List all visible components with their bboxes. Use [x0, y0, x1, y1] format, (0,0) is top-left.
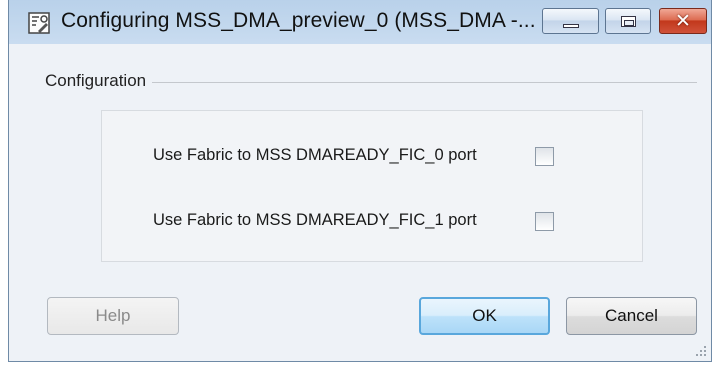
cancel-button[interactable]: Cancel [566, 297, 697, 335]
option-label-fic1: Use Fabric to MSS DMAREADY_FIC_1 port [153, 211, 477, 229]
close-button[interactable]: ✕ [659, 8, 707, 34]
checkbox-fic0[interactable] [535, 147, 554, 166]
config-icon [28, 12, 50, 34]
group-label-configuration: Configuration [45, 71, 153, 91]
minimize-icon [563, 24, 579, 28]
minimize-button[interactable] [542, 8, 599, 34]
maximize-icon [621, 16, 636, 27]
window-title: Configuring MSS_DMA_preview_0 (MSS_DMA -… [61, 9, 536, 32]
maximize-button[interactable] [605, 8, 651, 34]
checkbox-fic1[interactable] [535, 212, 554, 231]
ok-button[interactable]: OK [419, 297, 550, 335]
options-panel [101, 110, 643, 262]
option-label-fic0: Use Fabric to MSS DMAREADY_FIC_0 port [153, 146, 477, 164]
close-icon: ✕ [675, 10, 691, 32]
title-bar[interactable]: Configuring MSS_DMA_preview_0 (MSS_DMA -… [9, 0, 711, 44]
help-button[interactable]: Help [47, 297, 179, 335]
resize-grip-icon[interactable] [695, 345, 707, 357]
dialog-window: Configuring MSS_DMA_preview_0 (MSS_DMA -… [8, 0, 712, 362]
